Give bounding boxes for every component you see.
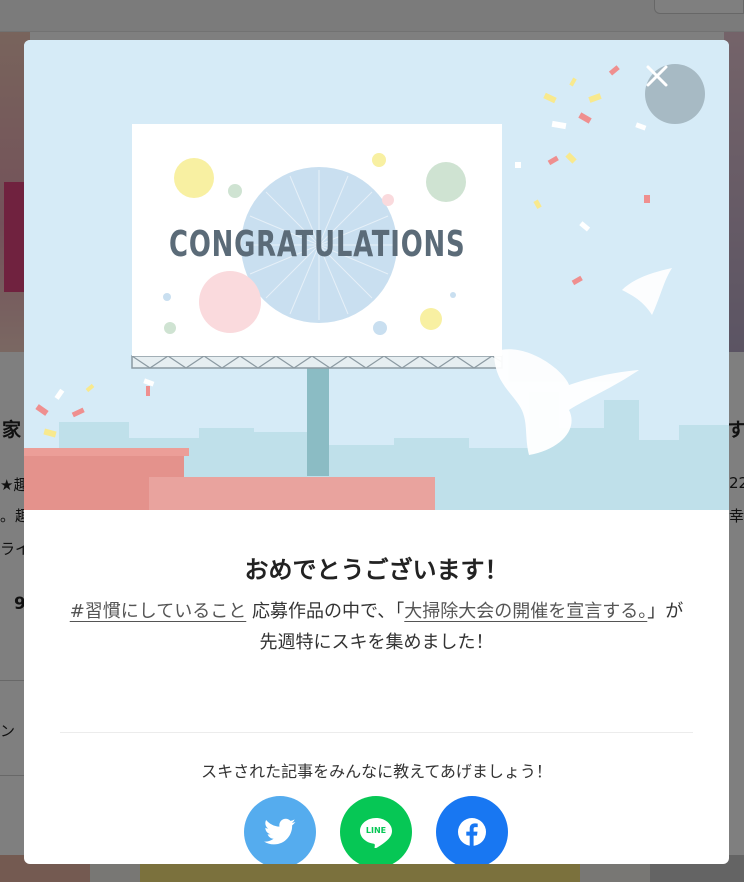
modal-description: #習慣にしていること 応募作品の中で、「大掃除大会の開催を宣言する。」が先週特に… <box>64 596 689 658</box>
congrats-illustration: CONGRATULATIONS <box>24 40 729 510</box>
twitter-icon <box>264 818 296 845</box>
close-button[interactable] <box>645 64 705 124</box>
divider <box>60 732 693 733</box>
billboard-text: CONGRATULATIONS <box>169 224 466 265</box>
share-buttons: LINE <box>244 796 508 864</box>
line-share-button[interactable]: LINE <box>340 796 412 864</box>
twitter-share-button[interactable] <box>244 796 316 864</box>
share-prompt: スキされた記事をみんなに教えてあげましょう！ <box>201 762 552 781</box>
modal-title: おめでとうございます！ <box>244 556 509 584</box>
close-icon <box>646 65 668 87</box>
billboard-illustration <box>24 65 729 510</box>
article-link[interactable]: 大掃除大会の開催を宣言する。 <box>404 601 647 622</box>
facebook-share-button[interactable] <box>436 796 508 864</box>
hashtag-link[interactable]: #習慣にしていること <box>70 601 247 622</box>
line-label: LINE <box>365 825 387 835</box>
facebook-icon <box>458 818 486 846</box>
congrats-modal: CONGRATULATIONS おめでとうございます！ #習慣にしていること 応… <box>24 40 729 864</box>
description-text: 応募作品の中で、「 <box>246 601 405 622</box>
modal-content: おめでとうございます！ #習慣にしていること 応募作品の中で、「大掃除大会の開催… <box>24 510 729 864</box>
